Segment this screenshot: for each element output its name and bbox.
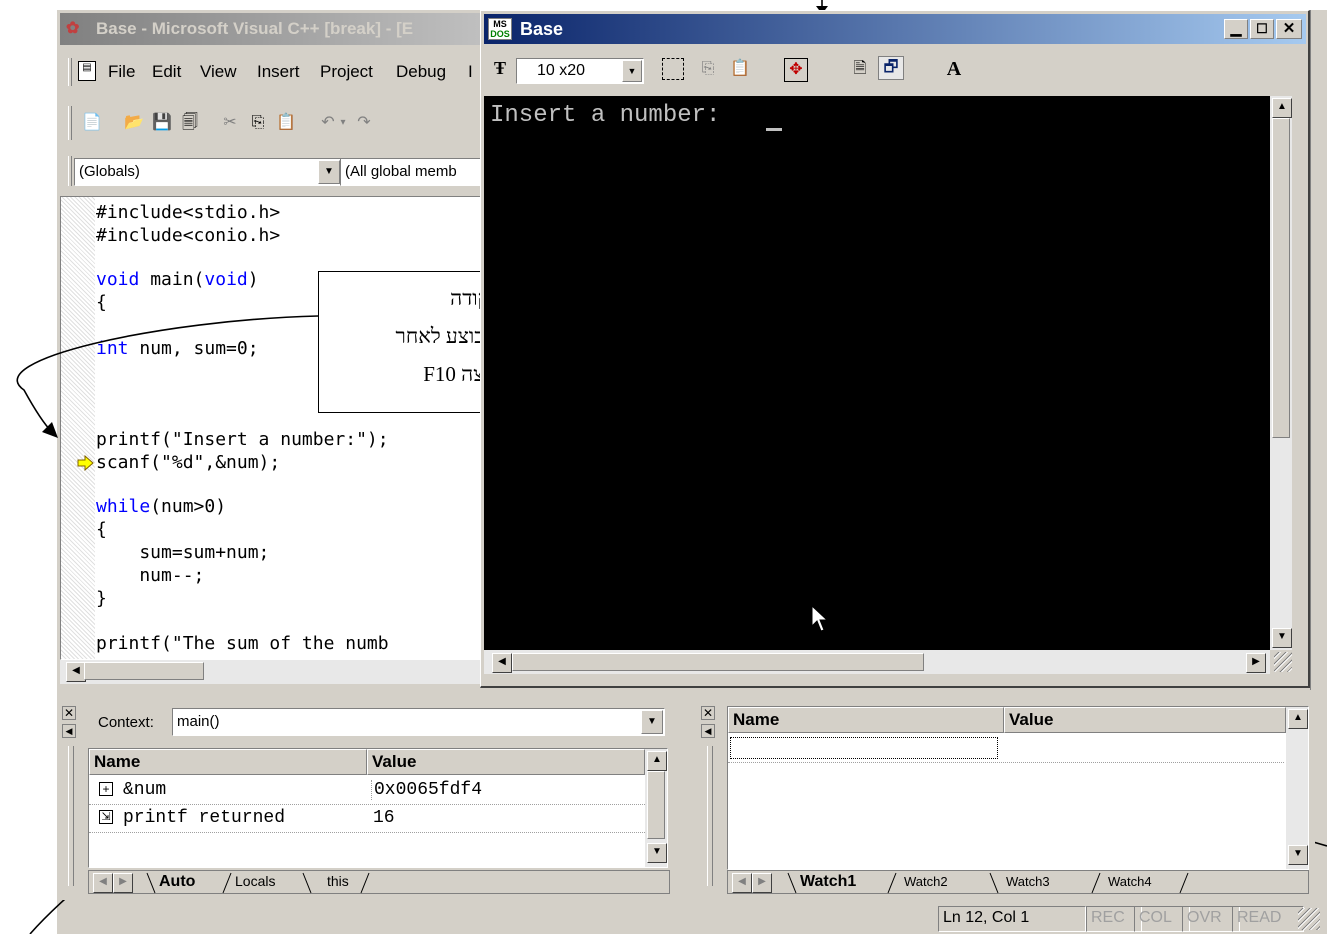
expand-icon[interactable]: + xyxy=(99,782,113,796)
watch-vscrollbar[interactable]: ▲ ▼ xyxy=(1286,707,1308,869)
var-name: &num xyxy=(123,780,167,800)
table-row[interactable]: + &num 0x0065fdf4 xyxy=(89,777,645,805)
scroll-down-button[interactable]: ▼ xyxy=(1272,628,1292,648)
close-button[interactable]: ✕ xyxy=(1276,19,1302,39)
close-icon[interactable]: ✕ xyxy=(701,706,715,720)
variables-pane: ✕ ◀ Context: main() ▼ Name Value + &num … xyxy=(60,700,675,900)
scroll-down-button[interactable]: ▼ xyxy=(1288,845,1308,865)
minimize-button[interactable]: ▁ xyxy=(1224,19,1248,39)
resize-grip-icon[interactable] xyxy=(1274,652,1292,672)
chevron-down-icon[interactable]: ▼ xyxy=(622,60,642,82)
copy-icon[interactable]: ⎘ xyxy=(696,58,720,80)
console-screen[interactable]: Insert a number: xyxy=(484,96,1270,650)
maximize-button[interactable]: ☐ xyxy=(1250,19,1274,39)
scroll-right-button[interactable]: ▶ xyxy=(1246,653,1266,673)
pane-scroll-left-icon[interactable]: ◀ xyxy=(62,724,76,738)
status-resize-grip-icon[interactable] xyxy=(1298,908,1320,930)
console-prompt: Insert a number: xyxy=(490,102,721,129)
close-icon[interactable]: ✕ xyxy=(62,706,76,720)
chevron-down-icon[interactable]: ▼ xyxy=(641,710,663,734)
right-edge-strip xyxy=(1310,10,1327,690)
console-vscroll-thumb[interactable] xyxy=(1272,118,1290,438)
col-header-value[interactable]: Value xyxy=(1004,707,1286,733)
variables-vscroll-thumb[interactable] xyxy=(647,771,665,839)
console-cursor xyxy=(766,128,782,131)
callout-arrowhead xyxy=(42,422,58,438)
table-row[interactable]: ⇲ printf returned 16 xyxy=(89,805,645,833)
var-value[interactable]: 16 xyxy=(371,808,395,828)
font-size-combo[interactable]: 10 x20 ▼ xyxy=(516,58,644,84)
console-hscrollbar[interactable]: ◀ ▶ xyxy=(484,650,1270,674)
pane-scroll-left-icon[interactable]: ◀ xyxy=(701,724,715,738)
var-name: printf returned xyxy=(123,808,286,828)
watch-edit-cell[interactable] xyxy=(730,737,998,759)
paste-icon[interactable]: 📋 xyxy=(728,58,752,80)
tab-dividers xyxy=(787,872,1189,894)
col-header-value[interactable]: Value xyxy=(367,749,645,775)
tab-dividers xyxy=(146,872,370,894)
console-title-bar[interactable]: MS DOS Base ▁ ☐ ✕ xyxy=(484,14,1306,44)
font-tt-icon: Ŧ xyxy=(494,58,507,78)
font-icon[interactable]: A xyxy=(942,58,966,80)
mark-icon[interactable] xyxy=(662,58,684,80)
context-combo[interactable]: main() ▼ xyxy=(172,708,665,736)
properties-icon[interactable]: 🗎 xyxy=(848,58,872,80)
variables-tabbar: ◀ ▶ Auto Locals this xyxy=(88,870,670,894)
col-header-name[interactable]: Name xyxy=(89,749,367,775)
scroll-left-button[interactable]: ◀ xyxy=(492,653,512,673)
pane-grip xyxy=(707,746,713,886)
console-toolbar: Ŧ 10 x20 ▼ ⎘ 📋 ✥ 🗎 🗗 A xyxy=(484,50,1306,92)
status-position: Ln 12, Col 1 xyxy=(938,906,1086,932)
font-size-value: 10 x20 xyxy=(537,62,586,79)
var-value[interactable]: 0x0065fdf4 xyxy=(371,780,482,800)
watch-tabbar: ◀ ▶ Watch1 Watch2 Watch3 Watch4 xyxy=(727,870,1309,894)
scroll-up-button[interactable]: ▲ xyxy=(647,751,667,771)
console-vscrollbar[interactable]: ▲ ▼ xyxy=(1270,96,1292,650)
fullscreen-icon[interactable]: ✥ xyxy=(784,58,808,82)
pane-grip xyxy=(68,746,74,886)
watch-grid[interactable]: Name Value ▲ ▼ xyxy=(727,706,1309,870)
msdos-icon: MS DOS xyxy=(488,18,512,40)
col-header-name[interactable]: Name xyxy=(728,707,1004,733)
console-hscroll-thumb[interactable] xyxy=(512,653,924,671)
variables-vscrollbar[interactable]: ▲ ▼ xyxy=(645,749,667,867)
status-read: READ xyxy=(1232,906,1304,932)
context-value: main() xyxy=(177,713,220,730)
return-value-icon: ⇲ xyxy=(99,810,113,824)
background-icon[interactable]: 🗗 xyxy=(878,56,904,80)
mouse-pointer-icon xyxy=(811,604,829,632)
scroll-up-button[interactable]: ▲ xyxy=(1272,98,1292,118)
watch-pane: ✕ ◀ Name Value ▲ ▼ ◀ ▶ Watch1 Watch2 Wat… xyxy=(695,700,1315,900)
context-label: Context: xyxy=(98,714,154,731)
variables-grid: Name Value + &num 0x0065fdf4 ⇲ printf re… xyxy=(88,748,668,868)
callout-arrow xyxy=(16,315,319,433)
console-title: Base xyxy=(520,19,564,39)
watch-new-row[interactable] xyxy=(728,735,1284,763)
scroll-up-button[interactable]: ▲ xyxy=(1288,709,1308,729)
scroll-down-button[interactable]: ▼ xyxy=(647,843,667,863)
